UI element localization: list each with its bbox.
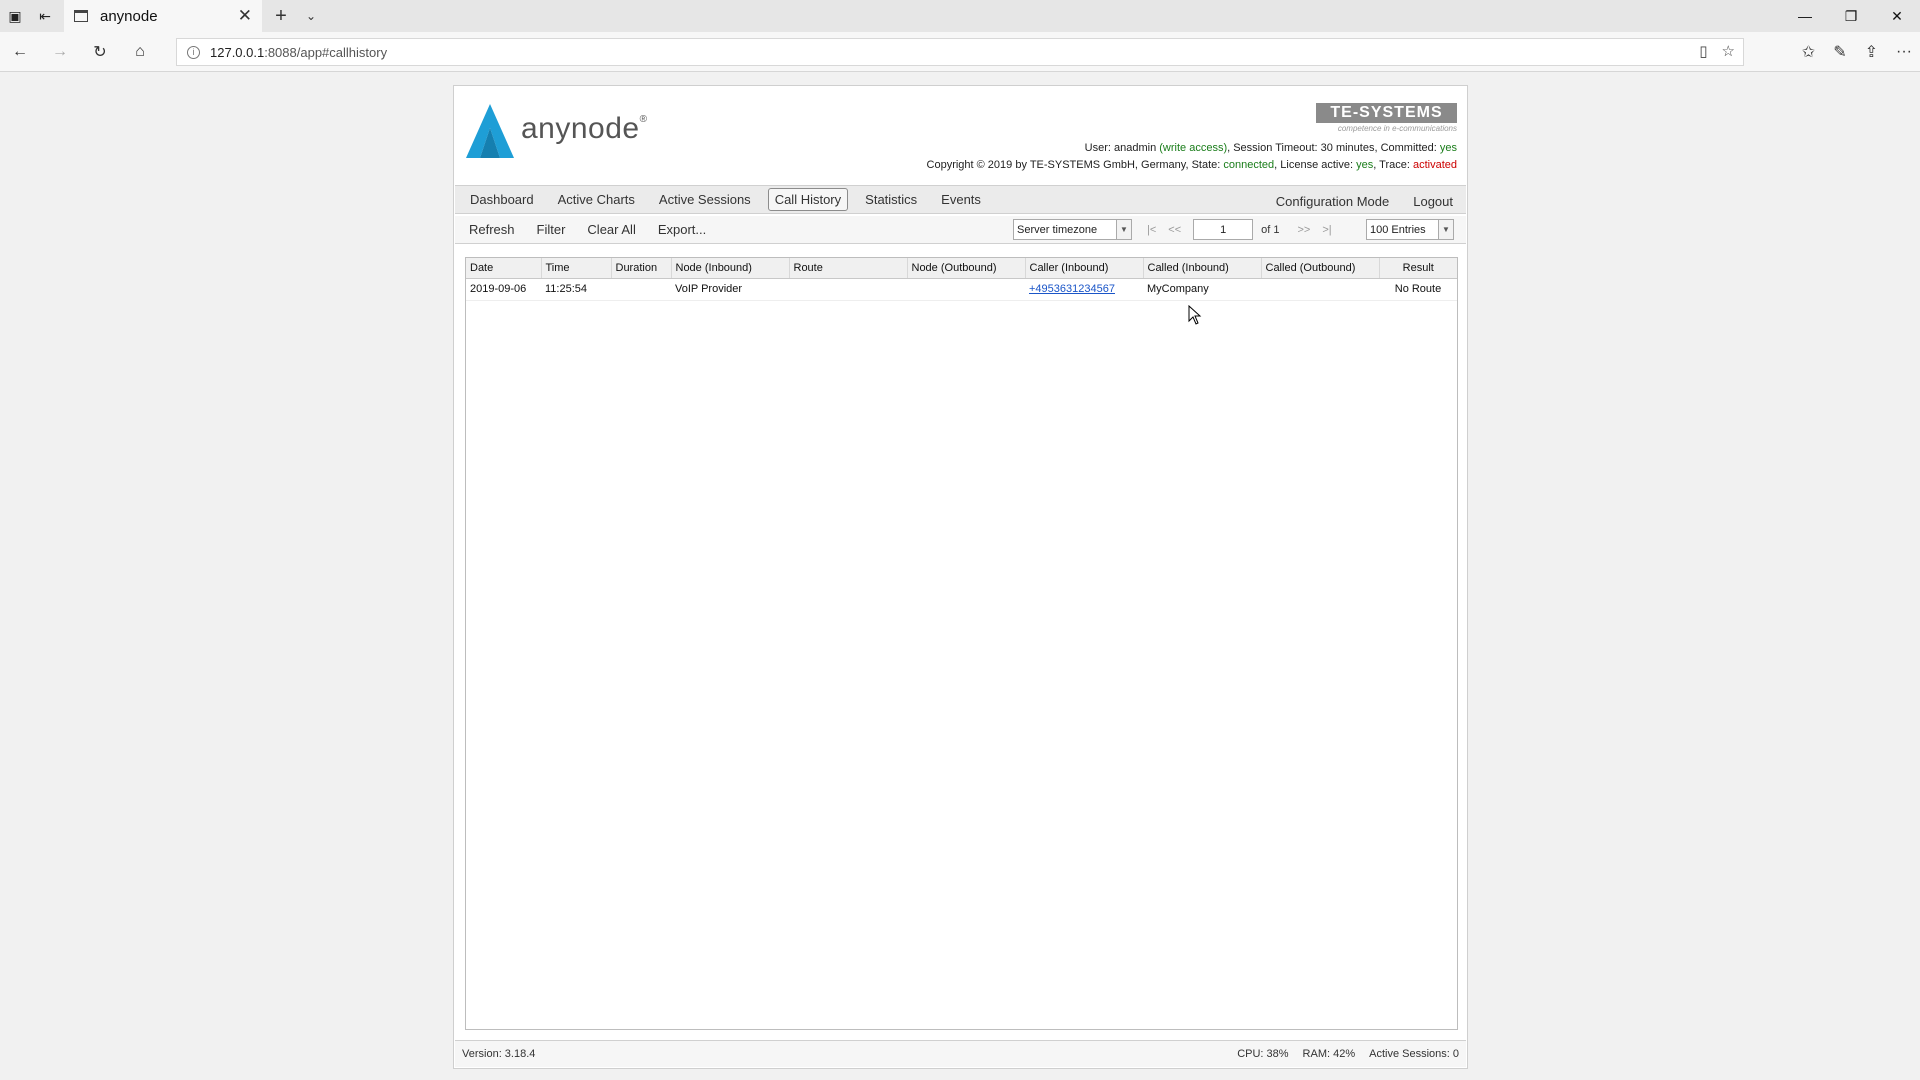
call-history-toolbar: Refresh Filter Clear All Export... Serve…: [455, 216, 1466, 244]
logo-text: anynode®: [521, 112, 648, 145]
cell-called-inbound: MyCompany: [1143, 278, 1261, 301]
pen-icon[interactable]: ✎: [1833, 42, 1846, 62]
mouse-cursor-icon: [1188, 305, 1202, 325]
column-called-inbound[interactable]: Called (Inbound): [1143, 258, 1262, 279]
filter-button[interactable]: Filter: [531, 220, 572, 239]
menu-call-history[interactable]: Call History: [767, 188, 849, 211]
column-duration[interactable]: Duration: [611, 258, 672, 279]
first-page-button[interactable]: |<: [1147, 224, 1156, 236]
share-icon[interactable]: ⇪: [1865, 42, 1878, 62]
browser-tab-bar: ▣ ⇤ anynode ✕ + ⌄ — ❐ ✕: [0, 0, 1920, 32]
cell-date: 2019-09-06: [466, 278, 541, 301]
tab-list-icon[interactable]: ▣: [0, 0, 30, 32]
te-systems-logo: TE-SYSTEMS competence in e-communication…: [1316, 103, 1457, 133]
page-count: of 1: [1261, 223, 1280, 236]
browser-tab[interactable]: anynode ✕: [64, 0, 262, 32]
main-menu: Dashboard Active Charts Active Sessions …: [455, 185, 1466, 214]
menu-statistics[interactable]: Statistics: [858, 188, 924, 211]
export-button[interactable]: Export...: [652, 220, 712, 239]
system-status: Copyright © 2019 by TE-SYSTEMS GmbH, Ger…: [926, 159, 1457, 171]
clear-all-button[interactable]: Clear All: [581, 220, 641, 239]
menu-dashboard[interactable]: Dashboard: [463, 188, 541, 211]
brand-name: TE-SYSTEMS: [1316, 103, 1457, 123]
home-icon[interactable]: ⌂: [120, 32, 160, 72]
restore-icon[interactable]: ❐: [1828, 0, 1874, 32]
next-page-button[interactable]: >>: [1298, 224, 1311, 236]
column-date[interactable]: Date: [466, 258, 542, 279]
tab-dropdown-icon[interactable]: ⌄: [296, 0, 326, 32]
active-sessions-count: Active Sessions: 0: [1369, 1048, 1459, 1060]
cell-node-inbound: VoIP Provider: [671, 278, 789, 301]
column-node-outbound[interactable]: Node (Outbound): [907, 258, 1026, 279]
version-label: Version: 3.18.4: [462, 1048, 536, 1060]
url-path: :8088/app#callhistory: [264, 44, 388, 60]
cpu-usage: CPU: 38%: [1237, 1048, 1289, 1060]
prev-page-button[interactable]: <<: [1168, 224, 1181, 236]
reload-icon[interactable]: ↻: [80, 32, 120, 72]
page-number-input[interactable]: [1193, 219, 1254, 240]
column-time[interactable]: Time: [541, 258, 612, 279]
set-aside-tabs-icon[interactable]: ⇤: [30, 0, 60, 32]
column-result[interactable]: Result: [1379, 258, 1457, 279]
forward-icon[interactable]: →: [40, 32, 80, 72]
menu-active-sessions[interactable]: Active Sessions: [652, 188, 758, 211]
window-controls: — ❐ ✕: [1782, 0, 1920, 32]
refresh-button[interactable]: Refresh: [463, 220, 521, 239]
cell-node-outbound: [907, 278, 1025, 301]
column-called-outbound[interactable]: Called (Outbound): [1261, 258, 1380, 279]
chevron-down-icon: ▼: [1438, 220, 1453, 239]
url-host: 127.0.0.1: [210, 44, 265, 60]
status-footer: Version: 3.18.4 CPU: 38% RAM: 42% Active…: [455, 1040, 1466, 1067]
chevron-down-icon: ▼: [1116, 220, 1131, 239]
reading-view-icon[interactable]: ▯: [1699, 42, 1707, 60]
app-panel: anynode® TE-SYSTEMS competence in e-comm…: [453, 85, 1468, 1069]
favorite-star-icon[interactable]: ☆: [1722, 42, 1735, 60]
new-tab-icon[interactable]: +: [266, 0, 296, 32]
favorites-icon[interactable]: ✩: [1802, 42, 1815, 62]
anynode-logo-icon: [466, 104, 514, 158]
pagination: |< << of 1 >> >|: [1147, 219, 1344, 240]
caller-number-link[interactable]: +4953631234567: [1025, 278, 1143, 301]
table-row[interactable]: 2019-09-06 11:25:54 VoIP Provider +49536…: [466, 278, 1457, 301]
cell-time: 11:25:54: [541, 278, 611, 301]
browser-address-bar: ← → ↻ ⌂ i 127.0.0.1:8088/app#callhistory…: [0, 32, 1920, 72]
more-icon[interactable]: ···: [1896, 43, 1912, 61]
cell-called-outbound: [1261, 278, 1379, 301]
menu-logout[interactable]: Logout: [1406, 190, 1460, 213]
cell-route: [789, 278, 907, 301]
cell-duration: [611, 278, 671, 301]
column-node-inbound[interactable]: Node (Inbound): [671, 258, 790, 279]
call-history-table: Date Time Duration Node (Inbound) Route …: [465, 257, 1458, 1030]
entries-per-page-select[interactable]: 100 Entries ▼: [1366, 219, 1454, 240]
close-window-icon[interactable]: ✕: [1874, 0, 1920, 32]
cell-result: No Route: [1379, 278, 1457, 301]
timezone-select[interactable]: Server timezone ▼: [1013, 219, 1132, 240]
menu-configuration-mode[interactable]: Configuration Mode: [1269, 190, 1396, 213]
url-input[interactable]: i 127.0.0.1:8088/app#callhistory ▯ ☆: [176, 38, 1744, 66]
page-icon: [74, 10, 88, 22]
minimize-icon[interactable]: —: [1782, 0, 1828, 32]
table-header-row: Date Time Duration Node (Inbound) Route …: [466, 258, 1457, 279]
tab-title: anynode: [100, 7, 158, 25]
tab-close-icon[interactable]: ✕: [238, 6, 252, 26]
column-caller-inbound[interactable]: Caller (Inbound): [1025, 258, 1144, 279]
column-route[interactable]: Route: [789, 258, 908, 279]
menu-active-charts[interactable]: Active Charts: [551, 188, 642, 211]
back-icon[interactable]: ←: [0, 32, 40, 72]
last-page-button[interactable]: >|: [1322, 224, 1331, 236]
brand-tagline: competence in e-communications: [1337, 124, 1457, 133]
browser-tools: ✩ ✎ ⇪ ···: [1802, 32, 1912, 72]
session-status: User: anadmin (write access), Session Ti…: [1084, 142, 1457, 154]
site-info-icon[interactable]: i: [187, 45, 200, 59]
menu-events[interactable]: Events: [934, 188, 988, 211]
ram-usage: RAM: 42%: [1302, 1048, 1356, 1060]
